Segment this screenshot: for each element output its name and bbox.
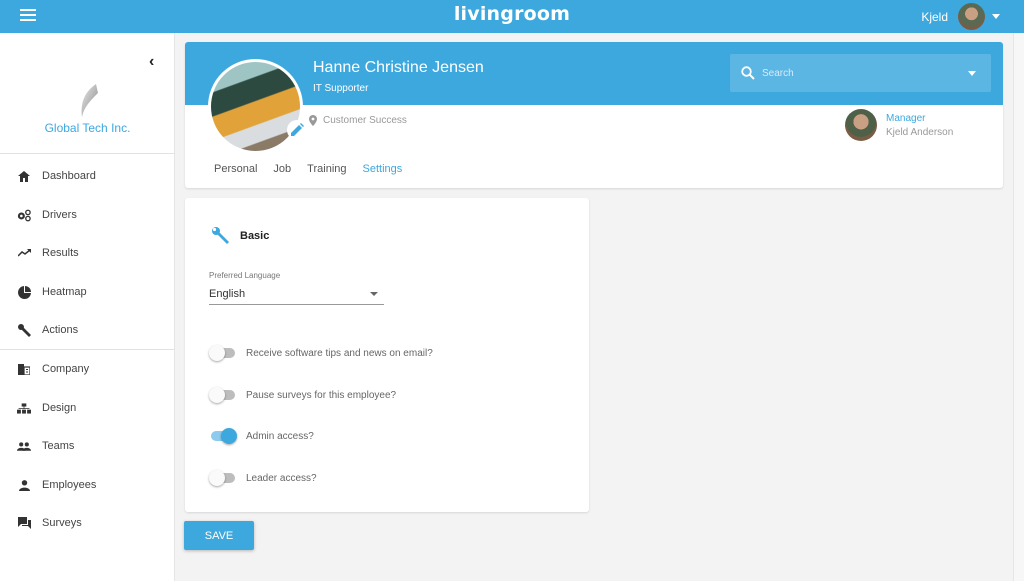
save-button[interactable]: SAVE: [184, 521, 254, 550]
caret-down-icon[interactable]: [968, 70, 976, 76]
toggle-pause-surveys[interactable]: Pause surveys for this employee?: [209, 387, 396, 403]
pie-chart-icon: [17, 285, 31, 299]
home-icon: [17, 169, 31, 183]
language-value: English: [209, 287, 246, 300]
tab-job[interactable]: Job: [273, 163, 291, 175]
location-pin-icon: [309, 115, 317, 126]
caret-down-icon: [992, 14, 1000, 19]
sidebar-item-employees[interactable]: Employees: [0, 470, 175, 500]
wrench-icon: [17, 323, 31, 337]
employee-department: Customer Success: [309, 115, 407, 126]
manager-avatar: [845, 109, 877, 141]
profile-header-card: Hanne Christine Jensen IT Supporter Cust…: [185, 42, 1003, 188]
sidebar-item-teams[interactable]: Teams: [0, 431, 175, 461]
company-logo-icon: [81, 84, 98, 117]
settings-card: Basic Preferred Language English Receive…: [185, 198, 589, 512]
sitemap-icon: [17, 401, 31, 415]
language-select[interactable]: English: [209, 283, 384, 305]
sidebar-divider: [0, 349, 175, 350]
wrench-icon: [212, 227, 229, 244]
toggle-switch[interactable]: [209, 387, 237, 403]
sidebar-item-surveys[interactable]: Surveys: [0, 508, 175, 538]
language-label: Preferred Language: [209, 271, 281, 280]
manager-name: Kjeld Anderson: [886, 126, 954, 138]
toggle-switch[interactable]: [209, 470, 237, 486]
top-bar: livingroom Kjeld: [0, 0, 1024, 33]
people-icon: [17, 439, 31, 453]
section-header: Basic: [212, 227, 269, 245]
pencil-icon: [291, 123, 304, 136]
person-icon: [17, 478, 31, 492]
gears-icon: [17, 208, 31, 222]
edit-photo-button[interactable]: [287, 120, 307, 140]
scrollbar-gutter: [1013, 33, 1024, 581]
user-name: Kjeld: [921, 9, 948, 24]
building-icon: [17, 362, 31, 376]
toggle-switch[interactable]: [209, 345, 237, 361]
brand-logo[interactable]: livingroom: [0, 3, 1024, 25]
tab-settings[interactable]: Settings: [363, 163, 403, 175]
sidebar-item-actions[interactable]: Actions: [0, 315, 175, 345]
employee-name: Hanne Christine Jensen: [313, 59, 484, 76]
toggle-admin-access[interactable]: Admin access?: [209, 428, 314, 444]
sidebar-item-dashboard[interactable]: Dashboard: [0, 161, 175, 191]
sidebar-item-design[interactable]: Design: [0, 393, 175, 423]
tab-personal[interactable]: Personal: [214, 163, 257, 175]
company-name: Global Tech Inc.: [44, 121, 131, 135]
toggle-email-tips[interactable]: Receive software tips and news on email?: [209, 345, 433, 361]
sidebar-divider: [0, 153, 175, 154]
sidebar-item-results[interactable]: Results: [0, 238, 175, 268]
manager-label[interactable]: Manager: [886, 113, 953, 124]
chat-icon: [17, 516, 31, 530]
user-menu[interactable]: Kjeld: [921, 1, 1000, 32]
sidebar-item-heatmap[interactable]: Heatmap: [0, 277, 175, 307]
profile-photo: [208, 59, 303, 154]
tab-training[interactable]: Training: [307, 163, 346, 175]
user-avatar: [958, 3, 985, 30]
search-placeholder: Search: [762, 67, 794, 79]
manager-info[interactable]: Manager Kjeld Anderson: [845, 109, 953, 141]
sidebar-item-company[interactable]: Company: [0, 354, 175, 384]
toggle-switch[interactable]: [209, 428, 237, 444]
search-icon: [741, 66, 755, 80]
sidebar-item-drivers[interactable]: Drivers: [0, 200, 175, 230]
caret-down-icon: [370, 291, 378, 296]
toggle-leader-access[interactable]: Leader access?: [209, 470, 317, 486]
search-input[interactable]: Search: [730, 54, 991, 92]
section-title: Basic: [240, 230, 270, 242]
employee-role: IT Supporter: [313, 83, 369, 94]
profile-tabs: Personal Job Training Settings: [214, 163, 418, 175]
sidebar: ‹ Global Tech Inc. Dashboard Drivers Res…: [0, 33, 175, 581]
trending-up-icon: [17, 246, 31, 260]
chevron-left-icon[interactable]: ‹: [149, 53, 154, 71]
